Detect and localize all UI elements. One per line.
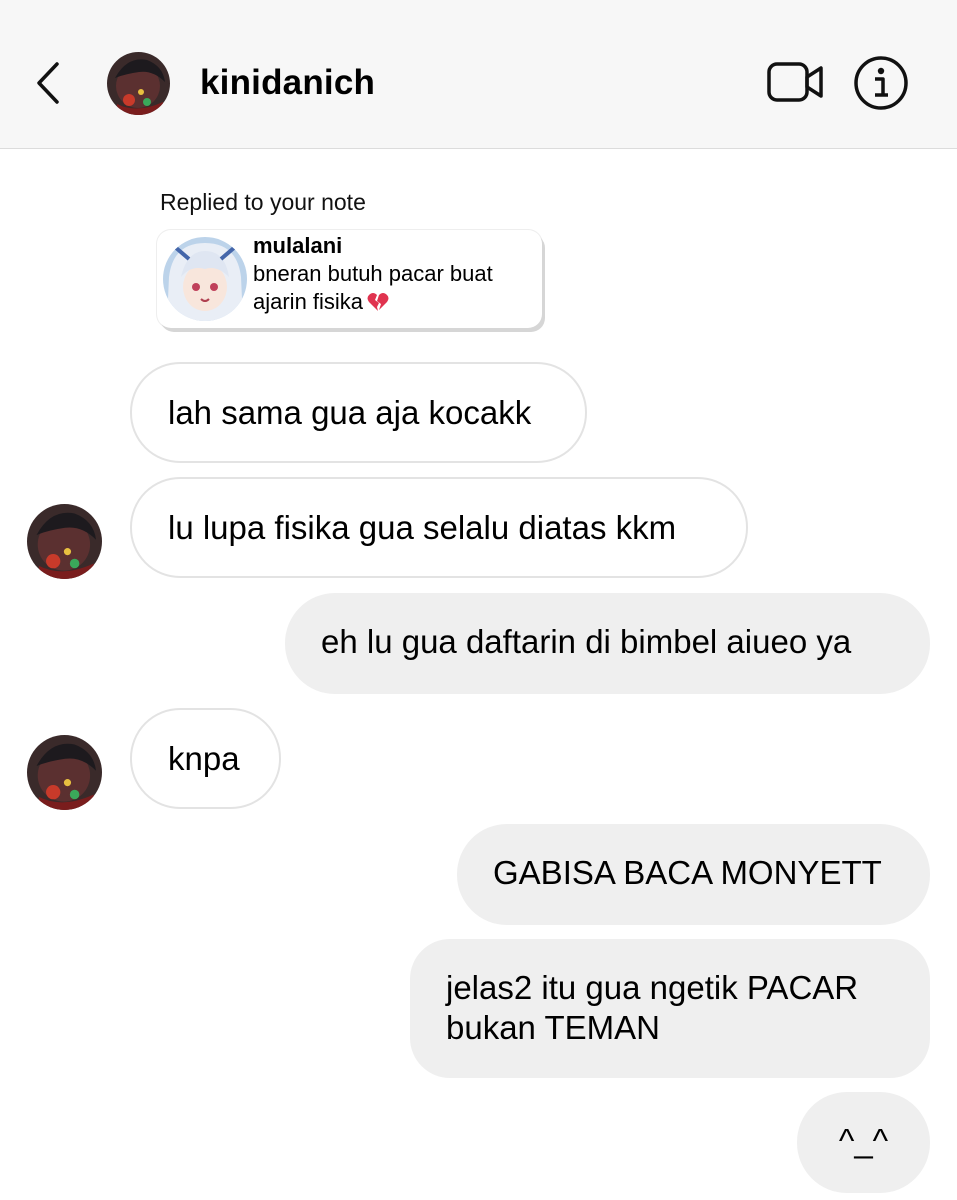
replied-to-note-label: Replied to your note (160, 189, 366, 215)
message-text: lu lupa fisika gua selalu diatas kkm (168, 509, 677, 546)
message-bubble[interactable]: GABISA BACA MONYETT (457, 824, 930, 925)
contact-avatar[interactable] (107, 52, 170, 115)
sender-avatar[interactable] (27, 735, 102, 810)
note-author-name: mulalani (253, 233, 343, 258)
note-preview-card[interactable]: mulalani bneran butuh pacar buat ajarin … (157, 230, 542, 328)
back-button[interactable] (26, 56, 70, 110)
chat-header: kinidanich (0, 0, 957, 149)
message-bubble[interactable]: eh lu gua daftarin di bimbel aiueo ya (285, 593, 930, 694)
broken-heart-icon (367, 291, 389, 319)
message-bubble[interactable]: knpa (130, 708, 281, 809)
message-bubble[interactable]: ^_^ (797, 1092, 930, 1193)
info-button[interactable] (853, 55, 909, 111)
message-text: knpa (168, 740, 240, 777)
message-text: GABISA BACA MONYETT (493, 854, 882, 891)
message-bubble[interactable]: jelas2 itu gua ngetik PACAR bukan TEMAN (410, 939, 930, 1078)
video-camera-icon (767, 62, 823, 102)
chevron-left-icon (37, 62, 59, 104)
sender-avatar[interactable] (27, 504, 102, 579)
contact-username[interactable]: kinidanich (200, 62, 375, 104)
note-text: bneran butuh pacar buat ajarin fisika (253, 260, 533, 319)
note-author-avatar (163, 237, 247, 321)
message-bubble[interactable]: lu lupa fisika gua selalu diatas kkm (130, 477, 748, 578)
message-text: jelas2 itu gua ngetik PACAR bukan TEMAN (446, 969, 859, 1046)
message-bubble[interactable]: lah sama gua aja kocakk (130, 362, 587, 463)
info-icon (854, 56, 908, 110)
video-call-button[interactable] (766, 58, 826, 108)
message-text: ^_^ (838, 1122, 889, 1159)
message-text: lah sama gua aja kocakk (168, 394, 532, 431)
message-text: eh lu gua daftarin di bimbel aiueo ya (321, 623, 852, 660)
